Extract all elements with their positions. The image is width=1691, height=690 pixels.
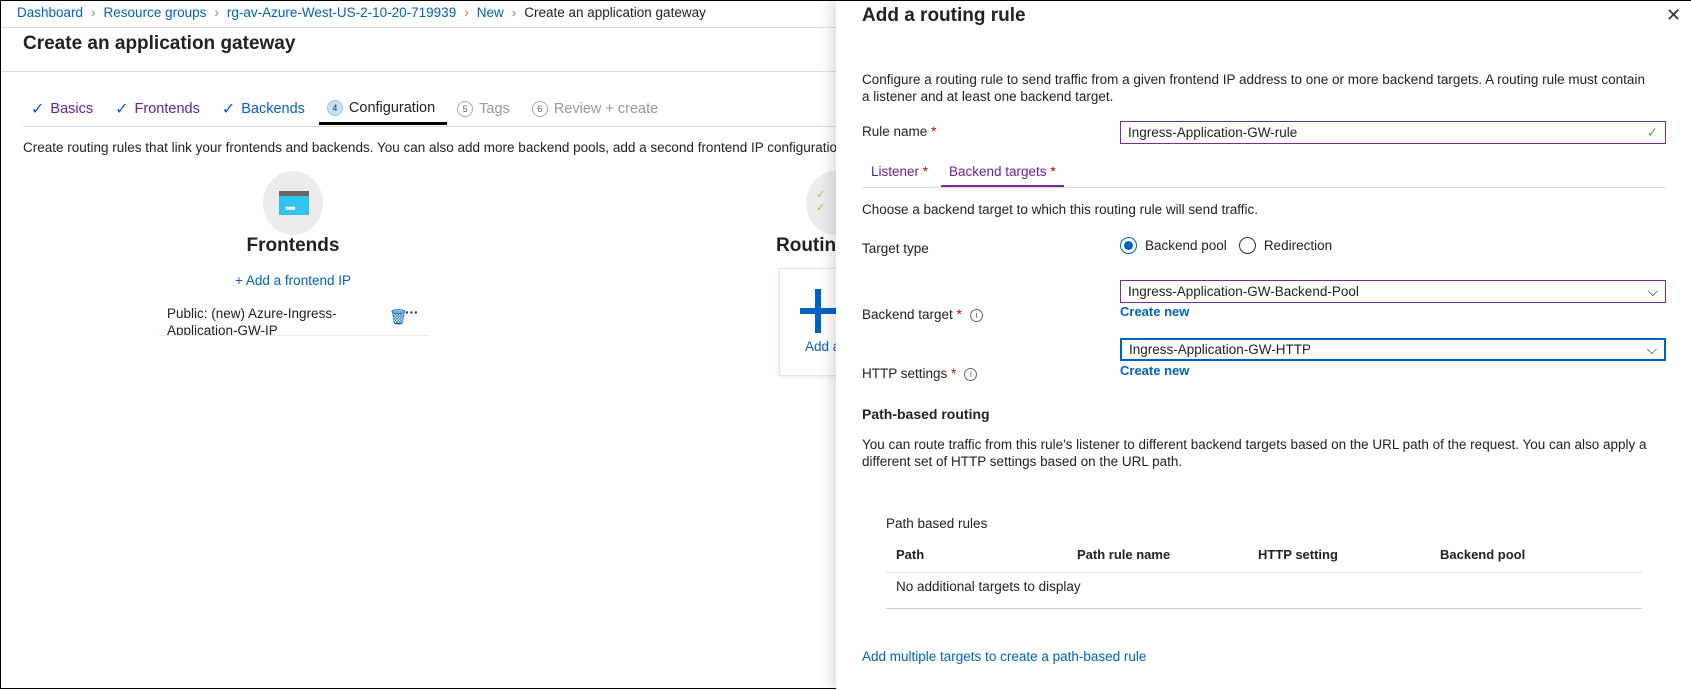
- col-http-setting: HTTP setting: [1258, 547, 1338, 562]
- tab-basics[interactable]: ✓ Basics: [31, 99, 105, 125]
- info-icon[interactable]: i: [969, 308, 983, 322]
- divider: [862, 187, 1666, 188]
- tab-backend-targets[interactable]: Backend targets *: [941, 164, 1064, 187]
- wizard-tabs: ✓ Basics ✓ Frontends ✓ Backends 4 Configurat…: [31, 99, 680, 125]
- target-type-radio-group: Backend pool Redirection: [1120, 237, 1332, 254]
- tab-label: Backends: [241, 101, 305, 117]
- breadcrumb: Dashboard › Resource groups › rg-av-Azure-…: [17, 5, 706, 20]
- rule-name-input[interactable]: Ingress-Application-GW-rule ✓: [1120, 121, 1666, 144]
- col-path-rule-name: Path rule name: [1077, 547, 1171, 562]
- frontends-icon: •••: [263, 171, 323, 235]
- chevron-right-icon: ›: [464, 5, 469, 20]
- breadcrumb-resource-group[interactable]: rg-av-Azure-West-US-2-10-20-719939: [227, 5, 456, 20]
- choose-target-text: Choose a backend target to which this ro…: [862, 202, 1258, 217]
- add-multiple-targets-link[interactable]: Add multiple targets to create a path-ba…: [862, 649, 1146, 664]
- divider: [1, 27, 836, 28]
- http-settings-dropdown[interactable]: Ingress-Application-GW-HTTP ⌵: [1120, 338, 1666, 361]
- tab-listener[interactable]: Listener *: [871, 164, 928, 179]
- path-rules-title: Path based rules: [886, 516, 988, 531]
- panel-title: Add a routing rule: [862, 5, 1026, 26]
- backend-target-value: Ingress-Application-GW-Backend-Pool: [1128, 284, 1359, 299]
- path-routing-heading: Path-based routing: [862, 406, 990, 422]
- valid-check-icon: ✓: [1646, 124, 1658, 140]
- backend-target-label: Backend target * i: [862, 307, 983, 322]
- rule-name-label: Rule name *: [862, 124, 937, 139]
- col-path: Path: [896, 547, 925, 562]
- tab-label: Review + create: [553, 101, 659, 117]
- chevron-right-icon: ›: [91, 5, 96, 20]
- step-number: 6: [531, 101, 548, 117]
- backend-target-dropdown[interactable]: Ingress-Application-GW-Backend-Pool ⌵: [1120, 280, 1666, 303]
- breadcrumb-current: Create an application gateway: [524, 5, 706, 20]
- divider: [886, 572, 1642, 573]
- tab-frontends[interactable]: ✓ Frontends: [115, 99, 212, 125]
- tab-label: Tags: [479, 101, 510, 117]
- empty-table-text: No additional targets to display: [896, 579, 1081, 594]
- page-description: Create routing rules that link your fron…: [23, 140, 874, 155]
- create-new-backend-link[interactable]: Create new: [1120, 304, 1189, 319]
- tab-label: Frontends: [134, 101, 200, 117]
- divider: [159, 335, 429, 336]
- frontend-ip-item: Public: (new) Azure-Ingress-Application-…: [167, 306, 337, 335]
- create-new-http-link[interactable]: Create new: [1120, 363, 1189, 378]
- radio-backend-pool[interactable]: [1120, 237, 1137, 254]
- divider: [1, 71, 836, 72]
- tab-tags[interactable]: 5 Tags: [457, 99, 522, 125]
- panel-description: Configure a routing rule to send traffic…: [862, 72, 1645, 104]
- chevron-down-icon: ⌵: [1646, 341, 1657, 357]
- http-settings-value: Ingress-Application-GW-HTTP: [1129, 342, 1312, 357]
- frontends-title: Frontends: [246, 235, 340, 256]
- path-routing-text: You can route traffic from this rule's l…: [862, 437, 1647, 469]
- chevron-right-icon: ›: [511, 5, 517, 20]
- radio-label: Backend pool: [1145, 238, 1227, 253]
- close-icon[interactable]: ✕: [1666, 5, 1681, 26]
- col-backend-pool: Backend pool: [1440, 547, 1526, 562]
- add-routing-rule-panel: Add a routing rule ✕ Configure a routing…: [836, 1, 1691, 690]
- radio-redirection[interactable]: [1238, 237, 1256, 254]
- chevron-right-icon: ›: [214, 5, 219, 20]
- breadcrumb-dashboard[interactable]: Dashboard: [17, 5, 83, 20]
- check-icon: ✓: [221, 101, 236, 118]
- rule-name-value: Ingress-Application-GW-rule: [1128, 125, 1298, 140]
- routing-rules-title: Routin: [776, 235, 837, 256]
- add-frontend-ip-link[interactable]: + Add a frontend IP: [235, 273, 351, 288]
- target-type-label: Target type: [862, 241, 929, 256]
- divider: [23, 126, 836, 127]
- page-title: Create an application gateway: [23, 33, 296, 54]
- more-options-icon[interactable]: ···: [405, 305, 419, 320]
- tab-review-create[interactable]: 6 Review + create: [531, 99, 670, 125]
- radio-label: Redirection: [1263, 238, 1333, 253]
- divider: [886, 608, 1642, 609]
- http-settings-label: HTTP settings * i: [862, 366, 978, 381]
- chevron-down-icon: ⌵: [1647, 283, 1658, 299]
- breadcrumb-resource-groups[interactable]: Resource groups: [104, 5, 207, 20]
- check-icon: ✓: [31, 101, 45, 118]
- check-icon: ✓: [115, 101, 129, 118]
- tab-backends[interactable]: ✓ Backends: [222, 99, 317, 125]
- tab-label: Configuration: [348, 99, 436, 116]
- breadcrumb-new[interactable]: New: [477, 5, 504, 20]
- step-number: 4: [326, 99, 343, 116]
- add-routing-rule-link[interactable]: Add a: [805, 339, 840, 354]
- tab-configuration[interactable]: 4 Configuration: [318, 99, 448, 125]
- tab-label: Basics: [50, 101, 94, 117]
- step-number: 5: [457, 101, 474, 117]
- info-icon[interactable]: i: [964, 367, 978, 381]
